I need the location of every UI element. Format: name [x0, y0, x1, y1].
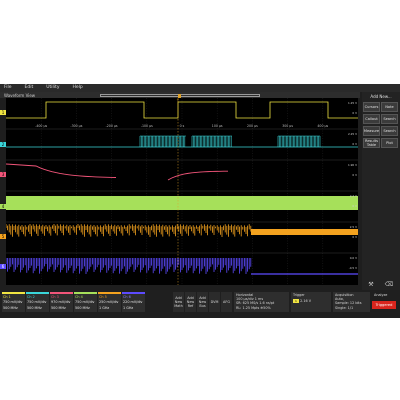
trigger-source-icon: 1	[293, 299, 299, 304]
waveform-graticule[interactable]: -400 μs -300 μs -200 μs -100 μs 0 s 100 μs 200…	[5, 98, 358, 285]
acquisition-badge[interactable]: Acquisition Auto, Sample: 12 bits Single…	[333, 292, 370, 312]
add-new-label: Add New...	[370, 94, 392, 99]
scale-label-ch3: 0 V	[352, 173, 357, 177]
note-button[interactable]: Note	[381, 102, 398, 112]
acquisition-single: Single: 1/1	[335, 305, 354, 310]
analyze-label[interactable]: Analyze	[374, 293, 387, 297]
time-tick-label: 300 μs	[282, 124, 293, 128]
scale-label-ch4: 2.2 V	[350, 194, 357, 198]
dvm-button[interactable]: DVM	[209, 292, 220, 312]
trigger-badge[interactable]: Trigger 1 2.16 V	[291, 292, 331, 312]
search-button-2[interactable]: Search	[381, 126, 398, 136]
menu-bar: File Edit Utility Help	[0, 84, 400, 92]
menu-file[interactable]: File	[4, 84, 12, 92]
channel-badge-scale: 970 mV/div	[51, 300, 71, 304]
afg-button[interactable]: AFG	[221, 292, 232, 312]
ch3-trace-b	[167, 170, 229, 181]
menu-utility[interactable]: Utility	[46, 84, 59, 92]
scale-label-ch2: 2.25 V	[348, 132, 357, 136]
channel-badge-name: Ch 5	[99, 295, 107, 299]
results-table-button[interactable]: Results Table	[363, 138, 380, 148]
waveform-view-title: Waveform View	[4, 92, 36, 98]
time-tick-label: 200 μs	[247, 124, 258, 128]
channel-badge-bw: 500 MHz	[75, 306, 90, 310]
instrument-bezel: File Edit Utility Help Waveform View 1 2…	[0, 84, 400, 318]
add-new-ref-button[interactable]: Add New Ref	[185, 292, 196, 312]
scale-label-ch5: 0 V	[352, 235, 357, 239]
menu-help[interactable]: Help	[73, 84, 83, 92]
settings-bar: Ch 1 750 mV/div 500 MHz Ch 2 750 mV/div …	[0, 290, 400, 318]
ch5-steady-band	[251, 229, 358, 235]
timeline-trigger-marker[interactable]	[178, 93, 181, 98]
channel-badge-scale: 220 mV/div	[123, 300, 143, 304]
channel-badge-bw: 500 MHz	[51, 306, 66, 310]
channel-badge-ch1[interactable]: Ch 1 750 mV/div 500 MHz	[2, 292, 25, 312]
channel-badge-bw: 1 GHz	[99, 306, 110, 310]
menu-edit[interactable]: Edit	[25, 84, 34, 92]
scale-label-ch6: -0.5 V	[349, 266, 357, 270]
channel-badge-ch2[interactable]: Ch 2 750 mV/div 500 MHz	[26, 292, 49, 312]
callout-button[interactable]: Callout	[363, 114, 380, 124]
channel-badge-bw: 1 GHz	[123, 306, 134, 310]
channel-badge-scale: 750 mV/div	[75, 300, 95, 304]
channel-badge-ch6[interactable]: Ch 6 220 mV/div 1 GHz	[122, 292, 145, 312]
channel-badge-ch4[interactable]: Ch 4 750 mV/div 500 MHz	[74, 292, 97, 312]
horizontal-record-length: RL: 1.25 Mpts ⊕50%	[236, 305, 271, 310]
waveform-view: Waveform View 1 2 3 4 5 6 -400 μs -300 μs…	[0, 92, 360, 287]
time-tick-label: 400 μs	[317, 124, 328, 128]
measure-button[interactable]: Measure	[363, 126, 380, 136]
results-bar: Add New... Cursors Note Callout Search M…	[362, 92, 400, 318]
scale-label-ch3: 1.90 V	[348, 163, 357, 167]
channel-badge-scale: 250 mV/div	[99, 300, 119, 304]
channel-badge-name: Ch 6	[123, 295, 131, 299]
trash-icon[interactable]: ⌫	[385, 280, 393, 288]
channel-badge-name: Ch 3	[51, 295, 59, 299]
channel-badge-ch3[interactable]: Ch 3 970 mV/div 500 MHz	[50, 292, 73, 312]
trigger-title: Trigger	[293, 293, 305, 297]
waveform-plot: -400 μs -300 μs -200 μs -100 μs 0 s 100 μs 200…	[5, 98, 358, 285]
scale-label-ch1: 0 V	[352, 111, 357, 115]
time-tick-label: -300 μs	[70, 124, 82, 128]
time-tick-label: -200 μs	[106, 124, 118, 128]
plot-button[interactable]: Plot	[381, 138, 398, 148]
search-button[interactable]: Search	[381, 114, 398, 124]
channel-badge-bw: 500 MHz	[27, 306, 42, 310]
scale-label-ch2: 0 V	[352, 142, 357, 146]
scale-label-ch6: 0.0 V	[350, 256, 357, 260]
scale-label-ch1: 1.25 V	[348, 101, 357, 105]
horizontal-badge[interactable]: Horizontal 100 μs/div 1 ms SR: 625 MS/s …	[234, 292, 289, 312]
scale-label-ch4: 0 V	[352, 204, 357, 208]
wrench-icon[interactable]: ⚒	[367, 280, 375, 288]
trigger-level: 2.16 V	[300, 299, 312, 304]
channel-badge-scale: 750 mV/div	[3, 300, 23, 304]
channel-badge-bw: 500 MHz	[3, 306, 18, 310]
time-tick-label: 0 s	[180, 124, 185, 128]
scale-label-ch5: 2.5 V	[350, 225, 357, 229]
channel-badge-name: Ch 4	[75, 295, 83, 299]
time-tick-label: 100 μs	[212, 124, 223, 128]
add-new-bus-button[interactable]: Add New Bus	[197, 292, 208, 312]
cursors-button[interactable]: Cursors	[363, 102, 380, 112]
channel-badge-name: Ch 1	[3, 295, 11, 299]
ch4-signal-band	[6, 196, 358, 210]
channel-badge-scale: 750 mV/div	[27, 300, 47, 304]
trigger-status-badge: Triggered	[372, 301, 396, 309]
add-new-math-button[interactable]: Add New Math	[173, 292, 184, 312]
record-timeline[interactable]	[100, 93, 260, 98]
time-tick-label: -100 μs	[141, 124, 153, 128]
ch3-trace-a	[5, 163, 117, 178]
time-tick-label: -400 μs	[35, 124, 47, 128]
channel-badge-ch5[interactable]: Ch 5 250 mV/div 1 GHz	[98, 292, 121, 312]
channel-badge-name: Ch 2	[27, 295, 35, 299]
